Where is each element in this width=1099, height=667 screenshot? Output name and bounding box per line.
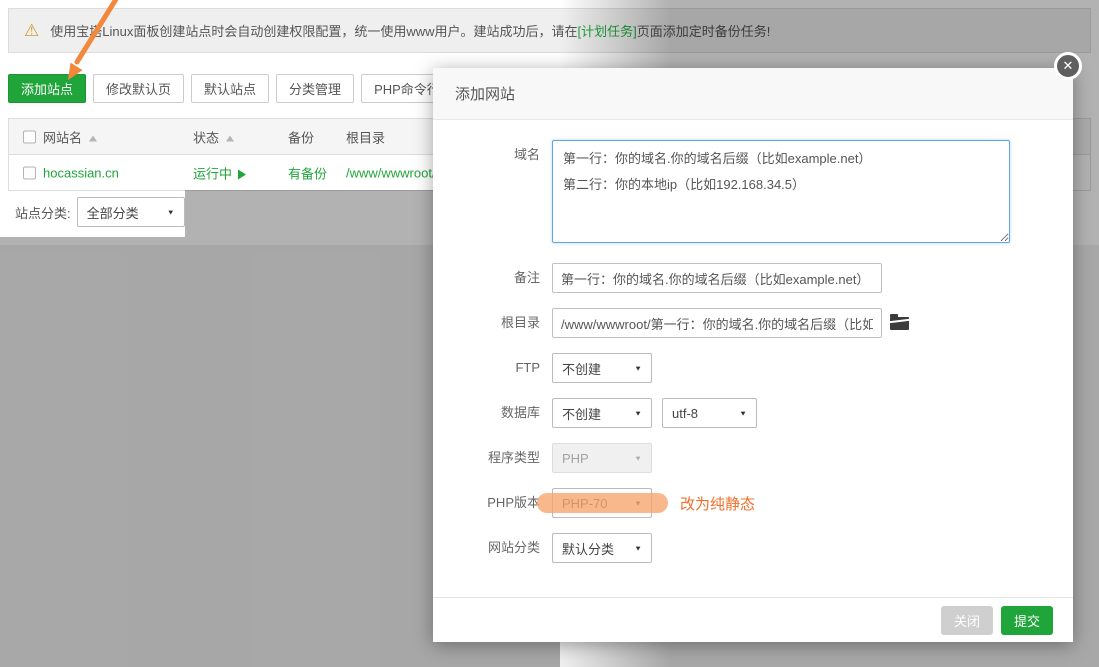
toolbar: 添加站点 修改默认页 默认站点 分类管理 PHP命令行版本 bbox=[8, 74, 479, 103]
root-dir-label: 根目录 bbox=[433, 308, 540, 338]
category-filter-label: 站点分类: bbox=[15, 203, 71, 222]
default-site-button[interactable]: 默认站点 bbox=[191, 74, 269, 103]
chevron-down-icon: ▼ bbox=[634, 409, 642, 417]
charset-select[interactable]: utf-8▼ bbox=[662, 398, 757, 428]
database-select[interactable]: 不创建▼ bbox=[552, 398, 652, 428]
chevron-down-icon: ▼ bbox=[634, 544, 642, 552]
note-input[interactable] bbox=[552, 263, 882, 293]
edit-default-page-button[interactable]: 修改默认页 bbox=[93, 74, 184, 103]
php-version-label: PHP版本 bbox=[433, 488, 540, 518]
program-type-select: PHP▼ bbox=[552, 443, 652, 473]
header-backup: 备份 bbox=[288, 127, 314, 146]
database-label: 数据库 bbox=[433, 398, 540, 428]
add-website-modal: ✕ 添加网站 域名 第一行：你的域名.你的域名后缀（比如example.net）… bbox=[433, 68, 1073, 642]
chevron-down-icon: ▼ bbox=[167, 208, 175, 216]
chevron-down-icon: ▼ bbox=[739, 409, 747, 417]
warning-icon: ⚠ bbox=[24, 22, 39, 39]
domain-label: 域名 bbox=[433, 140, 540, 170]
php-version-annotation: 改为纯静态 bbox=[680, 493, 755, 514]
modal-body: 域名 第一行：你的域名.你的域名后缀（比如example.net） 第二行：你的… bbox=[433, 120, 1073, 563]
category-filter: 站点分类: 全部分类▼ bbox=[8, 197, 185, 227]
modal-footer: 关闭 提交 bbox=[433, 597, 1073, 642]
header-status[interactable]: 状态 bbox=[193, 127, 234, 146]
page: ⚠ 使用宝塔Linux面板创建站点时会自动创建权限配置，统一使用www用户。建站… bbox=[0, 0, 1099, 667]
domain-textarea[interactable]: 第一行：你的域名.你的域名后缀（比如example.net） 第二行：你的本地i… bbox=[552, 140, 1010, 243]
ftp-select[interactable]: 不创建▼ bbox=[552, 353, 652, 383]
chevron-down-icon: ▼ bbox=[634, 499, 642, 507]
chevron-down-icon: ▼ bbox=[634, 454, 642, 462]
modal-title: 添加网站 bbox=[433, 68, 1073, 120]
sort-asc-icon[interactable] bbox=[89, 135, 97, 141]
scheduled-task-link[interactable]: [计划任务] bbox=[578, 21, 637, 40]
header-root-dir: 根目录 bbox=[346, 127, 385, 146]
category-manage-button[interactable]: 分类管理 bbox=[276, 74, 354, 103]
submit-button[interactable]: 提交 bbox=[1001, 606, 1053, 635]
ftp-label: FTP bbox=[433, 353, 540, 383]
close-button[interactable]: 关闭 bbox=[941, 606, 993, 635]
status-running[interactable]: 运行中 bbox=[193, 163, 246, 182]
sort-asc-icon[interactable] bbox=[226, 135, 234, 141]
root-dir-input[interactable] bbox=[552, 308, 882, 338]
site-name-link[interactable]: hocassian.cn bbox=[43, 165, 119, 180]
select-all-checkbox[interactable] bbox=[23, 130, 36, 143]
warning-text-tail: 页面添加定时备份任务! bbox=[637, 21, 771, 40]
close-icon[interactable]: ✕ bbox=[1054, 52, 1082, 80]
backup-status[interactable]: 有备份 bbox=[288, 163, 327, 182]
add-site-button[interactable]: 添加站点 bbox=[8, 74, 86, 103]
chevron-down-icon: ▼ bbox=[634, 364, 642, 372]
program-type-label: 程序类型 bbox=[433, 443, 540, 473]
note-label: 备注 bbox=[433, 263, 540, 293]
warning-banner: ⚠ 使用宝塔Linux面板创建站点时会自动创建权限配置，统一使用www用户。建站… bbox=[8, 8, 1091, 53]
php-version-select[interactable]: PHP-70▼ bbox=[552, 488, 652, 518]
folder-icon[interactable] bbox=[890, 317, 909, 330]
warning-text: 使用宝塔Linux面板创建站点时会自动创建权限配置，统一使用www用户。建站成功… bbox=[50, 21, 577, 40]
header-site-name[interactable]: 网站名 bbox=[43, 127, 97, 146]
play-icon bbox=[238, 169, 246, 179]
row-checkbox[interactable] bbox=[23, 166, 36, 179]
category-filter-select[interactable]: 全部分类▼ bbox=[77, 197, 185, 227]
site-category-select[interactable]: 默认分类▼ bbox=[552, 533, 652, 563]
site-category-label: 网站分类 bbox=[433, 533, 540, 563]
